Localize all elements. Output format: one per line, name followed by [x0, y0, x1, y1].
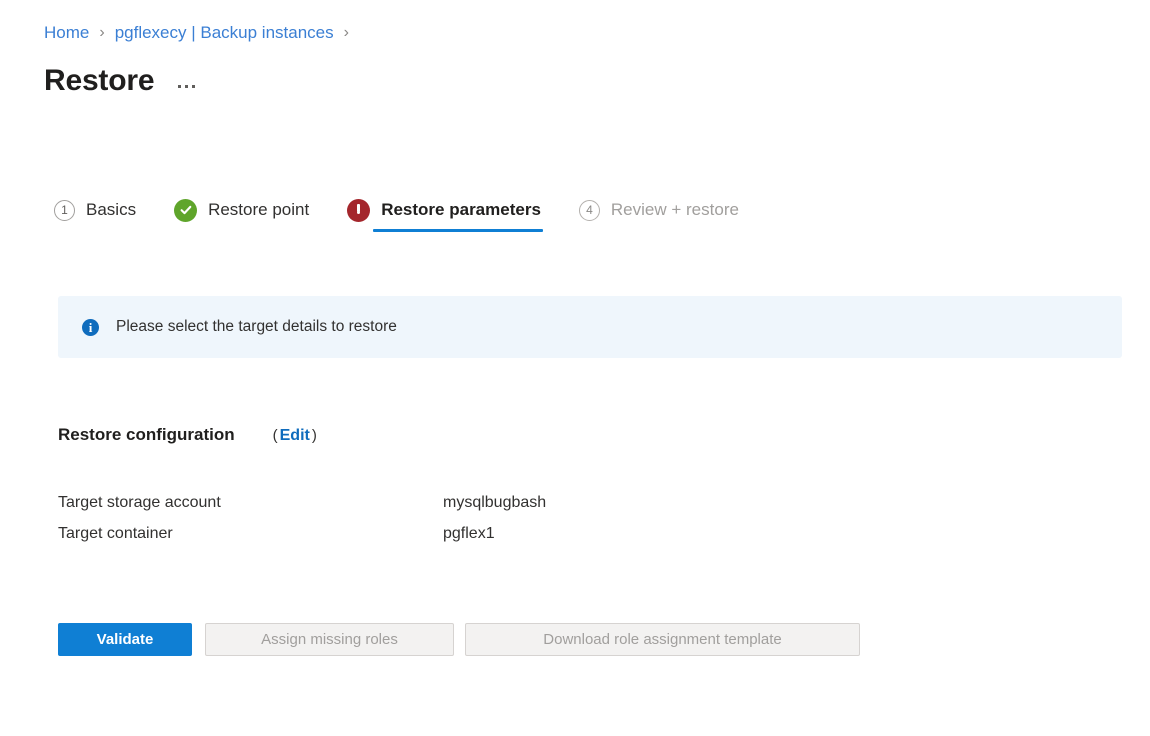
edit-link[interactable]: Edit	[280, 427, 310, 444]
paren-close: )	[311, 427, 317, 444]
page-title: Restore	[44, 64, 155, 97]
breadcrumb-separator-icon: ›	[343, 24, 349, 41]
action-buttons: Validate Assign missing roles Download r…	[58, 623, 860, 656]
ellipsis-dot	[178, 84, 182, 88]
paren-open: (	[272, 427, 278, 444]
wizard-step-label: Restore point	[208, 200, 310, 219]
wizard-step-restore-point[interactable]: Restore point	[172, 188, 311, 232]
detail-label: Target container	[58, 525, 173, 542]
breadcrumb-item-home[interactable]: Home	[44, 22, 89, 44]
wizard-step-review-restore[interactable]: 4 Review + restore	[577, 188, 741, 232]
ellipsis-dot	[192, 84, 196, 88]
restore-configuration-heading: Restore configuration (Edit)	[58, 424, 317, 447]
wizard-steps: 1 Basics Restore point Restore parameter…	[52, 188, 741, 236]
wizard-step-label: Review + restore	[610, 200, 739, 219]
detail-row: Target container pgflex1	[58, 523, 778, 554]
validate-button[interactable]: Validate	[58, 623, 192, 656]
breadcrumb-item-backup-instances[interactable]: pgflexecy | Backup instances	[115, 22, 334, 44]
wizard-step-label: Basics	[86, 200, 137, 219]
step-number-badge-icon: 1	[54, 199, 75, 221]
exclamation-dot	[357, 211, 361, 214]
info-icon: i	[82, 318, 99, 336]
download-role-assignment-template-button[interactable]: Download role assignment template	[465, 623, 860, 656]
active-step-underline	[373, 229, 543, 232]
detail-row: Target storage account mysqlbugbash	[58, 492, 778, 523]
info-banner-message: Please select the target details to rest…	[116, 318, 397, 335]
check-circle-icon	[174, 198, 198, 222]
wizard-step-restore-parameters[interactable]: Restore parameters	[345, 188, 543, 232]
ellipsis-dot	[185, 84, 189, 88]
restore-configuration-details: Target storage account mysqlbugbash Targ…	[58, 492, 778, 554]
detail-value: mysqlbugbash	[443, 494, 547, 511]
step-number-badge-icon: 4	[578, 199, 600, 221]
section-title: Restore configuration	[58, 425, 235, 444]
detail-value: pgflex1	[443, 525, 495, 542]
page-title-row: Restore	[44, 63, 197, 99]
error-circle-icon	[347, 198, 371, 222]
info-banner: i Please select the target details to re…	[58, 296, 1122, 358]
wizard-step-basics[interactable]: 1 Basics	[52, 188, 138, 232]
detail-label: Target storage account	[58, 494, 221, 511]
assign-missing-roles-button[interactable]: Assign missing roles	[205, 623, 454, 656]
more-actions-ellipsis-icon[interactable]	[176, 81, 197, 92]
edit-link-wrapper: (Edit)	[273, 425, 317, 447]
wizard-step-label: Restore parameters	[381, 200, 541, 219]
breadcrumb-separator-icon: ›	[99, 24, 105, 41]
exclamation-mark-icon	[357, 203, 361, 217]
breadcrumb: Home › pgflexecy | Backup instances ›	[44, 22, 359, 44]
